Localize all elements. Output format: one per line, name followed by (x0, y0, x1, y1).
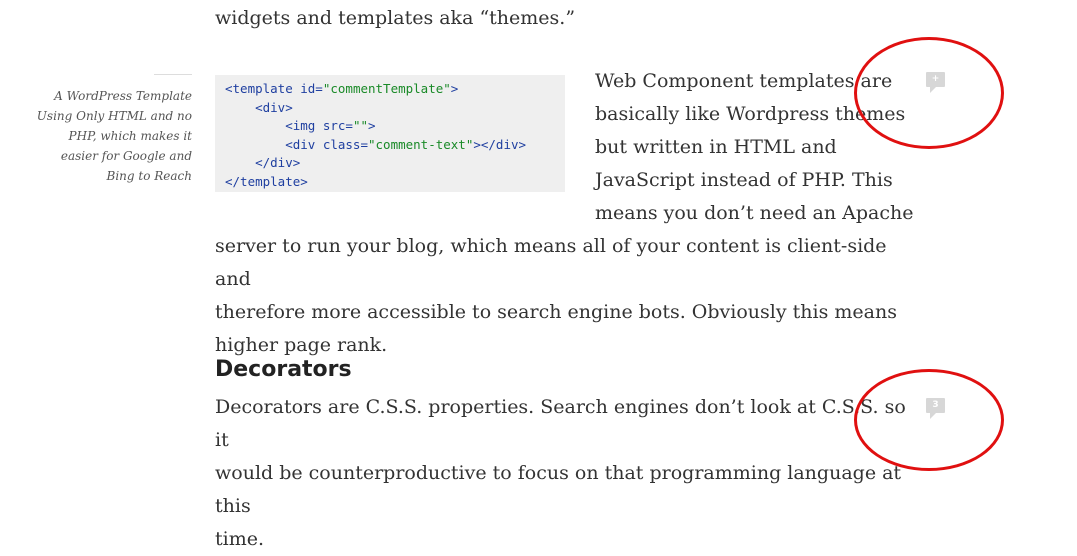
code-tag: <div class= (225, 136, 368, 152)
code-tag: </template> (225, 173, 308, 189)
code-line: <template id="commentTemplate"> (225, 80, 565, 99)
code-tag: > (368, 118, 376, 134)
text-line: would be counterproductive to focus on t… (215, 462, 902, 517)
caption-divider (154, 74, 192, 75)
code-attribute-value: "comment-text" (368, 136, 474, 152)
text-line: means you don’t need an Apache (595, 202, 914, 224)
text-line: server to run your blog, which means all… (215, 235, 887, 290)
code-line: <div> (225, 99, 565, 118)
code-attribute-value: "commentTemplate" (322, 81, 451, 96)
text-line: but written in HTML and (595, 136, 837, 158)
code-attribute-value: "" (352, 118, 368, 134)
annotation-circle (854, 369, 1004, 471)
text-line: therefore more accessible to search engi… (215, 301, 897, 323)
code-caption: A WordPress Template Using Only HTML and… (36, 89, 192, 183)
paragraph-intro-tail: widgets and templates aka “themes.” (215, 7, 576, 29)
code-tag: > (450, 81, 459, 96)
code-line: <div class="comment-text"></div> (225, 136, 565, 155)
code-tag: </div> (225, 155, 301, 171)
section-heading-decorators: Decorators (215, 357, 352, 382)
code-snippet: <template id="commentTemplate"> <div> <i… (215, 75, 565, 192)
code-tag: <div> (225, 99, 293, 115)
code-tag: <img src= (225, 118, 353, 134)
code-line: </div> (225, 154, 565, 173)
paragraph-web-components-rest: server to run your blog, which means all… (215, 230, 905, 362)
annotation-circle (854, 37, 1004, 149)
code-tag: ></div> (473, 136, 527, 152)
text-line: Decorators are C.S.S. properties. Search… (215, 396, 906, 451)
paragraph-decorators: Decorators are C.S.S. properties. Search… (215, 391, 915, 556)
code-line: </template> (225, 173, 565, 192)
code-tag: <template id= (225, 81, 323, 96)
text-line: JavaScript instead of PHP. This (595, 169, 893, 191)
code-line: <img src=""> (225, 117, 565, 136)
text-line: time. (215, 528, 265, 550)
